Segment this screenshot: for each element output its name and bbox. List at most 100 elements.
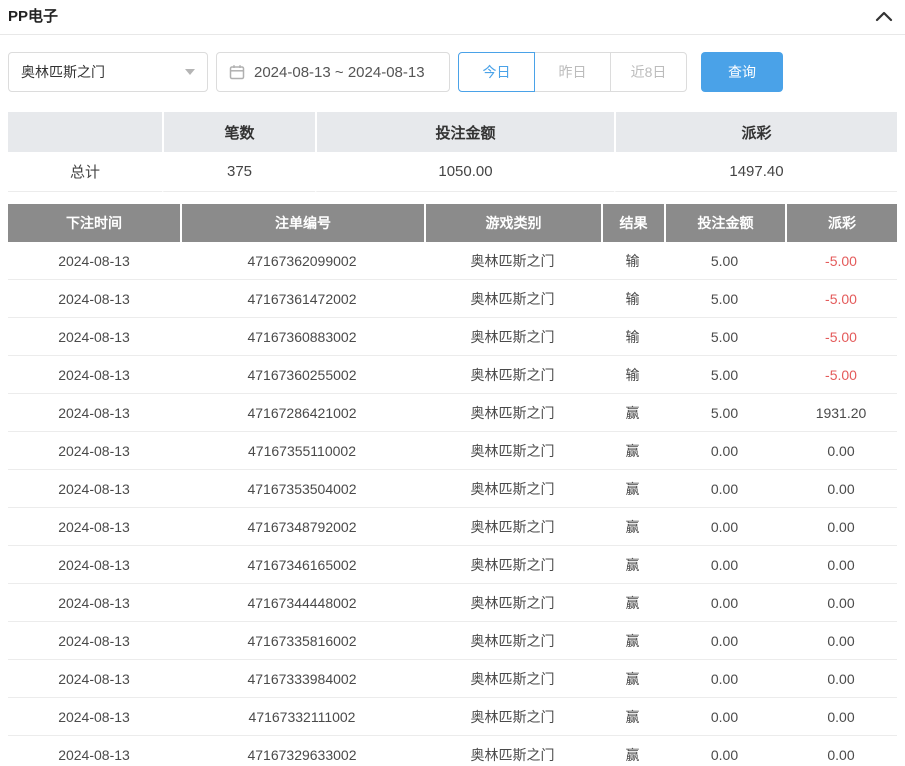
calendar-icon (229, 64, 245, 80)
summary-total-count: 375 (162, 152, 315, 192)
table-row: 2024-08-13 47167329633002 奥林匹斯之门 赢 0.00 … (8, 736, 897, 766)
summary-header-empty (8, 112, 162, 152)
cell-bet-date: 2024-08-13 (8, 508, 180, 546)
bet-table-body: 2024-08-13 47167362099002 奥林匹斯之门 输 5.00 … (8, 242, 897, 766)
column-header-bet-amount: 投注金额 (664, 204, 785, 242)
cell-game-category: 奥林匹斯之门 (424, 470, 601, 508)
cell-game-category: 奥林匹斯之门 (424, 508, 601, 546)
column-header-result: 结果 (601, 204, 664, 242)
chevron-up-icon[interactable] (875, 10, 893, 22)
cell-bet-id: 47167360255002 (180, 356, 424, 394)
cell-bet-amount: 5.00 (664, 394, 785, 432)
cell-game-category: 奥林匹斯之门 (424, 356, 601, 394)
cell-bet-id: 47167333984002 (180, 660, 424, 698)
quick-button-last8days[interactable]: 近8日 (610, 52, 687, 92)
cell-result: 输 (601, 280, 664, 318)
table-row: 2024-08-13 47167361472002 奥林匹斯之门 输 5.00 … (8, 280, 897, 318)
summary-table: 笔数 投注金额 派彩 总计 375 1050.00 1497.40 (8, 112, 897, 192)
summary-total-row: 总计 375 1050.00 1497.40 (8, 152, 897, 192)
filter-bar: 奥林匹斯之门 2024-08-13 ~ 2024-08-13 今日 昨日 近8日… (8, 52, 897, 92)
cell-bet-id: 47167335816002 (180, 622, 424, 660)
column-header-payout: 派彩 (785, 204, 897, 242)
summary-total-bet-amount: 1050.00 (315, 152, 614, 192)
cell-game-category: 奥林匹斯之门 (424, 280, 601, 318)
cell-bet-date: 2024-08-13 (8, 280, 180, 318)
summary-header-bet-amount: 投注金额 (315, 112, 614, 152)
summary-total-label: 总计 (8, 152, 162, 192)
cell-bet-id: 47167344448002 (180, 584, 424, 622)
cell-result: 输 (601, 242, 664, 280)
column-header-bet-id: 注单编号 (180, 204, 424, 242)
cell-bet-id: 47167286421002 (180, 394, 424, 432)
table-row: 2024-08-13 47167355110002 奥林匹斯之门 赢 0.00 … (8, 432, 897, 470)
cell-bet-amount: 0.00 (664, 584, 785, 622)
cell-bet-date: 2024-08-13 (8, 584, 180, 622)
cell-bet-date: 2024-08-13 (8, 546, 180, 584)
cell-bet-id: 47167353504002 (180, 470, 424, 508)
cell-payout: 1931.20 (785, 394, 897, 432)
cell-payout: -5.00 (785, 318, 897, 356)
search-button[interactable]: 查询 (701, 52, 783, 92)
cell-result: 输 (601, 318, 664, 356)
cell-result: 赢 (601, 508, 664, 546)
summary-total-payout: 1497.40 (614, 152, 897, 192)
cell-bet-date: 2024-08-13 (8, 736, 180, 766)
table-row: 2024-08-13 47167332111002 奥林匹斯之门 赢 0.00 … (8, 698, 897, 736)
cell-game-category: 奥林匹斯之门 (424, 394, 601, 432)
cell-game-category: 奥林匹斯之门 (424, 546, 601, 584)
table-row: 2024-08-13 47167360255002 奥林匹斯之门 输 5.00 … (8, 356, 897, 394)
cell-result: 赢 (601, 432, 664, 470)
cell-result: 赢 (601, 394, 664, 432)
summary-header-row: 笔数 投注金额 派彩 (8, 112, 897, 152)
cell-bet-id: 47167360883002 (180, 318, 424, 356)
cell-payout: 0.00 (785, 660, 897, 698)
cell-payout: 0.00 (785, 432, 897, 470)
table-row: 2024-08-13 47167362099002 奥林匹斯之门 输 5.00 … (8, 242, 897, 280)
cell-bet-date: 2024-08-13 (8, 660, 180, 698)
cell-bet-date: 2024-08-13 (8, 242, 180, 280)
cell-bet-id: 47167355110002 (180, 432, 424, 470)
cell-bet-amount: 0.00 (664, 470, 785, 508)
cell-bet-date: 2024-08-13 (8, 432, 180, 470)
cell-game-category: 奥林匹斯之门 (424, 660, 601, 698)
cell-bet-date: 2024-08-13 (8, 698, 180, 736)
quick-button-yesterday[interactable]: 昨日 (534, 52, 611, 92)
cell-bet-amount: 0.00 (664, 660, 785, 698)
date-range-value: 2024-08-13 ~ 2024-08-13 (254, 64, 425, 81)
table-row: 2024-08-13 47167344448002 奥林匹斯之门 赢 0.00 … (8, 584, 897, 622)
page-title: PP电子 (8, 5, 58, 26)
bet-table: 下注时间 注单编号 游戏类别 结果 投注金额 派彩 2024-08-13 471… (8, 204, 897, 766)
cell-game-category: 奥林匹斯之门 (424, 242, 601, 280)
cell-bet-amount: 0.00 (664, 698, 785, 736)
cell-bet-date: 2024-08-13 (8, 394, 180, 432)
column-header-bet-time: 下注时间 (8, 204, 180, 242)
date-range-input[interactable]: 2024-08-13 ~ 2024-08-13 (216, 52, 450, 92)
cell-bet-id: 47167348792002 (180, 508, 424, 546)
cell-result: 赢 (601, 660, 664, 698)
cell-game-category: 奥林匹斯之门 (424, 622, 601, 660)
column-header-game-category: 游戏类别 (424, 204, 601, 242)
cell-payout: -5.00 (785, 242, 897, 280)
cell-payout: 0.00 (785, 470, 897, 508)
cell-bet-date: 2024-08-13 (8, 622, 180, 660)
table-row: 2024-08-13 47167286421002 奥林匹斯之门 赢 5.00 … (8, 394, 897, 432)
table-row: 2024-08-13 47167333984002 奥林匹斯之门 赢 0.00 … (8, 660, 897, 698)
cell-bet-date: 2024-08-13 (8, 470, 180, 508)
cell-bet-amount: 5.00 (664, 318, 785, 356)
cell-bet-amount: 0.00 (664, 736, 785, 766)
quick-button-today[interactable]: 今日 (458, 52, 535, 92)
cell-payout: -5.00 (785, 280, 897, 318)
cell-result: 赢 (601, 546, 664, 584)
cell-bet-amount: 5.00 (664, 356, 785, 394)
cell-bet-amount: 0.00 (664, 508, 785, 546)
table-row: 2024-08-13 47167353504002 奥林匹斯之门 赢 0.00 … (8, 470, 897, 508)
cell-bet-amount: 0.00 (664, 622, 785, 660)
summary-header-count: 笔数 (162, 112, 315, 152)
game-select[interactable]: 奥林匹斯之门 (8, 52, 208, 92)
cell-result: 赢 (601, 736, 664, 766)
cell-game-category: 奥林匹斯之门 (424, 698, 601, 736)
cell-bet-date: 2024-08-13 (8, 318, 180, 356)
game-select-value: 奥林匹斯之门 (21, 62, 105, 82)
cell-payout: 0.00 (785, 736, 897, 766)
chevron-down-icon (185, 69, 195, 75)
